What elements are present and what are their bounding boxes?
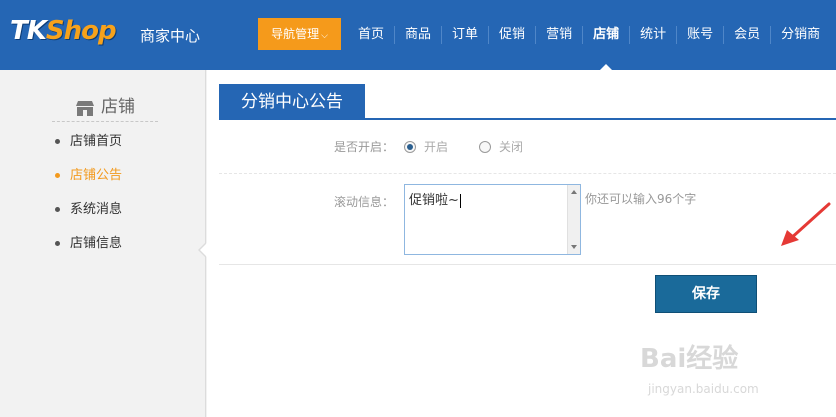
nav-item-marketing[interactable]: 营销 [536,0,582,70]
radio-enable-on-label[interactable]: 开启 [424,138,448,155]
nav-item-store[interactable]: 店铺 [583,0,629,70]
nav-item-orders[interactable]: 订单 [442,0,488,70]
textarea-scrollbar[interactable] [567,185,580,254]
scroll-info-row: 滚动信息： 促销啦~ 你还可以输入96个字 [219,174,836,265]
logo-shop-text: Shop [45,16,117,46]
radio-enable-off[interactable] [479,141,491,153]
scroll-info-label: 滚动信息： [334,195,395,209]
sidebar-title: 店铺 [52,92,158,122]
main-panel: 分销中心公告 是否开启： 开启 关闭 滚动信息： 促销啦~ 你还可以输入96个字… [207,70,836,417]
nav-item-goods[interactable]: 商品 [395,0,441,70]
sidebar-item-system-messages[interactable]: 系统消息 [55,200,122,234]
sidebar-item-store-info[interactable]: 店铺信息 [55,234,122,268]
text-cursor [459,193,461,208]
baidu-watermark-url: jingyan.baidu.com [648,382,759,396]
sidebar-item-store-home[interactable]: 店铺首页 [55,132,122,166]
scroll-info-value: 促销啦~ [409,193,459,208]
merchant-center-title: 商家中心 [140,27,201,45]
nav-item-store-label: 店铺 [593,27,620,42]
logo-tk-text: TK [10,16,47,46]
scroll-down-icon[interactable] [571,245,577,249]
nav-item-stats[interactable]: 统计 [630,0,676,70]
nav-manage-dropdown[interactable]: 导航管理 ⌵ [258,18,341,50]
sidebar-pointer-fill [200,243,207,257]
chevron-down-icon: ⌵ [321,31,328,41]
nav-item-promotion[interactable]: 促销 [489,0,535,70]
nav-item-distributors[interactable]: 分销商 [771,0,830,70]
nav-item-members[interactable]: 会员 [724,0,770,70]
annotation-arrow-icon [781,202,831,246]
save-button[interactable]: 保存 [655,275,757,313]
nav-item-home[interactable]: 首页 [348,0,394,70]
store-icon [76,101,94,116]
nav-item-account[interactable]: 账号 [677,0,723,70]
radio-enable-off-label[interactable]: 关闭 [499,138,523,155]
nav-manage-label: 导航管理 [271,27,320,41]
char-count-hint: 你还可以输入96个字 [585,192,697,206]
scroll-info-textarea[interactable]: 促销啦~ [404,184,581,255]
tkshop-logo[interactable]: TKShop [10,16,117,46]
sidebar-title-label: 店铺 [101,97,135,117]
sidebar-menu: 店铺首页 店铺公告 系统消息 店铺信息 [55,132,122,268]
enable-row: 是否开启： 开启 关闭 [219,122,836,174]
sidebar-item-store-notice[interactable]: 店铺公告 [55,166,122,200]
radio-enable-on[interactable] [404,141,416,153]
sidebar: 店铺 店铺首页 店铺公告 系统消息 店铺信息 [0,70,207,417]
panel-header: 分销中心公告 [219,84,836,120]
baidu-watermark: Bai经验 [640,344,739,374]
main-nav: 首页 商品 订单 促销 营销 店铺 统计 账号 会员 分销商 [348,0,830,70]
panel-title-tab: 分销中心公告 [219,84,365,120]
top-header: TKShop 商家中心 导航管理 ⌵ 首页 商品 订单 促销 营销 店铺 统计 账… [0,0,836,70]
enable-label: 是否开启： [334,140,395,154]
scroll-up-icon[interactable] [571,190,577,194]
